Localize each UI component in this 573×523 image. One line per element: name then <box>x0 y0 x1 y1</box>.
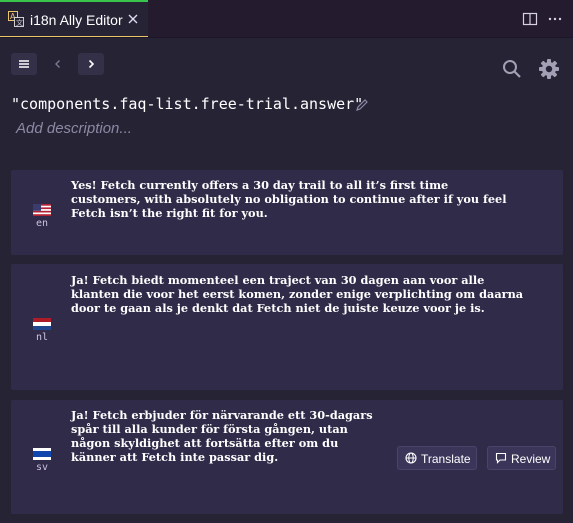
comment-icon <box>495 452 507 464</box>
translation-text[interactable]: Ja! Fetch biedt momenteel een traject va… <box>71 273 523 315</box>
more-actions-icon[interactable] <box>547 11 563 27</box>
language-code: nl <box>35 332 49 343</box>
language-code: sv <box>35 462 49 473</box>
menu-button[interactable] <box>11 53 37 75</box>
translate-button[interactable]: Translate <box>397 446 477 470</box>
description-placeholder[interactable]: Add description... <box>16 120 132 137</box>
search-icon[interactable] <box>501 58 523 80</box>
translation-card-sv: sv Ja! Fetch erbjuder för närvarande ett… <box>11 400 563 514</box>
translation-card-en: en Yes! Fetch currently offers a 30 day … <box>11 170 563 255</box>
split-editor-icon[interactable] <box>522 11 538 27</box>
previous-button[interactable] <box>45 53 71 75</box>
next-button[interactable] <box>78 53 104 75</box>
translation-text[interactable]: Ja! Fetch erbjuder för närvarande ett 30… <box>71 408 373 464</box>
nl-flag-icon <box>33 318 51 330</box>
gear-icon[interactable] <box>538 58 560 80</box>
sv-flag-icon <box>33 448 51 460</box>
translate-label: Translate <box>421 452 471 466</box>
translation-text[interactable]: Yes! Fetch currently offers a 30 day tra… <box>71 178 507 220</box>
tab-title: i18n Ally Editor <box>30 12 123 28</box>
translate-icon: A 文 <box>8 11 24 27</box>
key-title: "components.faq-list.free-trial.answer" <box>11 95 364 113</box>
editor-tab[interactable]: A 文 i18n Ally Editor <box>0 0 148 37</box>
svg-text:文: 文 <box>16 18 23 27</box>
review-button[interactable]: Review <box>487 446 556 470</box>
globe-icon <box>405 452 417 464</box>
menu-icon <box>19 60 29 68</box>
us-flag-icon <box>33 204 51 216</box>
chevron-right-icon <box>88 59 95 69</box>
editor-tab-bar: A 文 i18n Ally Editor <box>0 0 573 38</box>
review-label: Review <box>511 452 551 466</box>
translation-card-nl: nl Ja! Fetch biedt momenteel een traject… <box>11 264 563 390</box>
chevron-left-icon <box>55 60 60 68</box>
language-code: en <box>35 218 49 229</box>
edit-pencil-icon[interactable] <box>355 98 369 112</box>
close-icon[interactable] <box>126 12 140 26</box>
